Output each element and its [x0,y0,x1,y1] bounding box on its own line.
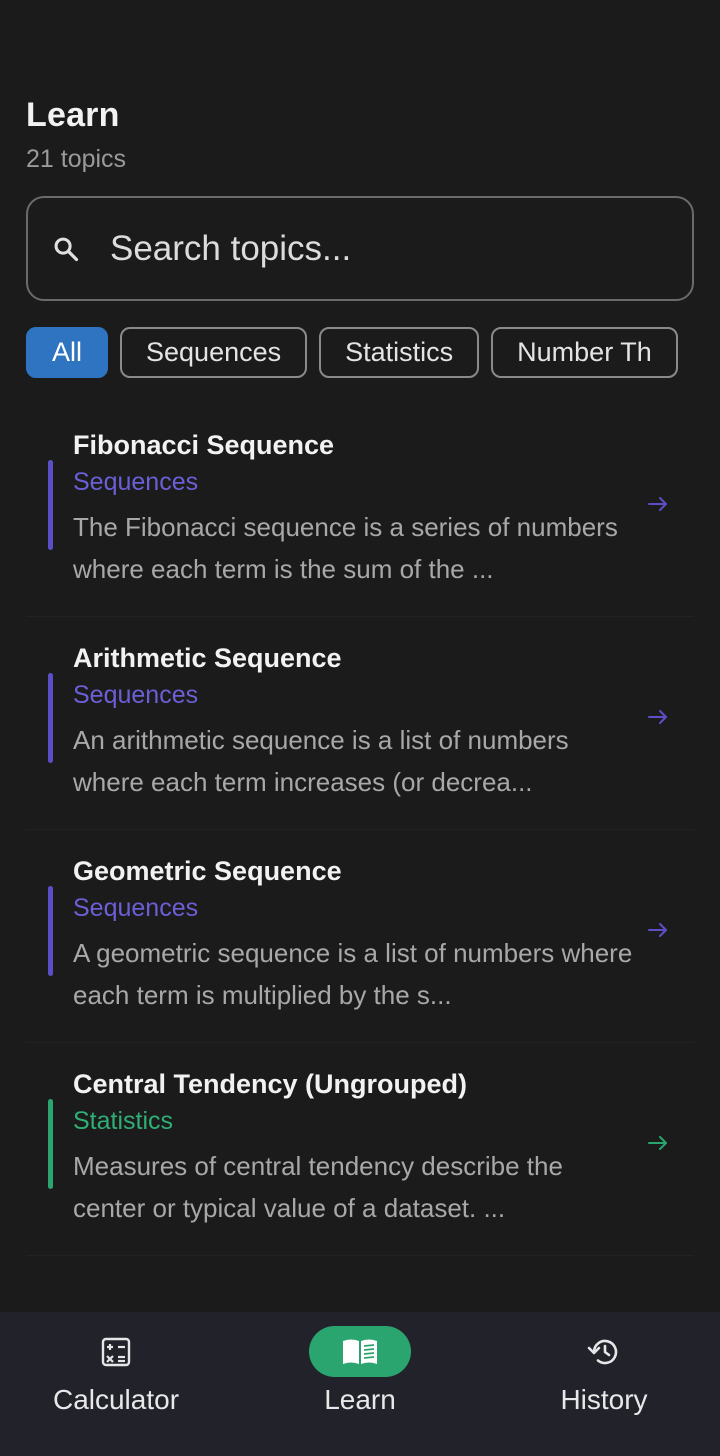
topic-category: Sequences [73,894,199,922]
history-icon [587,1339,618,1364]
chip-all[interactable]: All [26,327,109,378]
topic-card[interactable]: Arithmetic Sequence Sequences An arithme… [26,617,694,830]
chip-sequences[interactable]: Sequences [120,327,308,378]
search-icon [54,237,79,261]
category-accent-bar [48,1099,53,1189]
topic-description: The Fibonacci sequence is a series of nu… [73,512,618,584]
calculator-icon-wrap [86,1326,146,1377]
topic-count: 21 topics [26,145,127,173]
topic-title: Geometric Sequence [73,856,342,886]
category-accent-bar [48,886,53,976]
search-input[interactable] [110,228,692,269]
arrow-right-icon [648,710,667,724]
book-icon [343,1339,377,1364]
nav-calculator[interactable]: Calculator [16,1312,216,1456]
arrow-right-icon [648,497,667,511]
nav-calculator-label: Calculator [52,1384,180,1415]
category-accent-bar [48,673,53,763]
topic-title: Central Tendency (Ungrouped) [73,1069,468,1099]
topic-card[interactable]: Central Tendency (Ungrouped) Statistics … [26,1043,694,1256]
topic-list: Fibonacci Sequence Sequences The Fibonac… [26,404,694,1256]
learn-screen: Learn 21 topics AllSequencesStatisticsNu… [0,0,720,1456]
bottom-navigation: Calculator Learn History [0,1312,720,1456]
page-header: Learn 21 topics [26,96,126,174]
topic-card[interactable]: Fibonacci Sequence Sequences The Fibonac… [26,404,694,617]
topic-description: An arithmetic sequence is a list of numb… [73,725,569,797]
nav-learn[interactable]: Learn [260,1312,460,1456]
category-accent-bar [48,460,53,550]
nav-learn-label: Learn [324,1384,396,1415]
topic-category: Sequences [73,468,199,496]
topic-description: A geometric sequence is a list of number… [73,938,633,1010]
page-title: Learn [26,96,120,134]
topic-category: Sequences [73,681,199,709]
topic-title: Fibonacci Sequence [73,430,335,460]
category-filter-chips: All Sequences Statistics Number Th [26,327,694,379]
nav-history[interactable]: History [504,1312,704,1456]
topic-card[interactable]: Geometric Sequence Sequences A geometric… [26,830,694,1043]
topic-title: Arithmetic Sequence [73,643,342,673]
history-icon-wrap [574,1326,634,1377]
calculator-icon [101,1337,131,1366]
arrow-right-icon [648,923,667,937]
topic-category: Statistics [73,1107,174,1135]
learn-icon-pill [309,1326,411,1377]
nav-history-label: History [560,1384,648,1415]
topic-description: Measures of central tendency describe th… [73,1151,563,1223]
search-box[interactable] [26,196,694,301]
arrow-right-icon [648,1136,667,1150]
chip-statistics[interactable]: Statistics [319,327,480,378]
chip-number-theory[interactable]: Number Th [491,327,678,378]
